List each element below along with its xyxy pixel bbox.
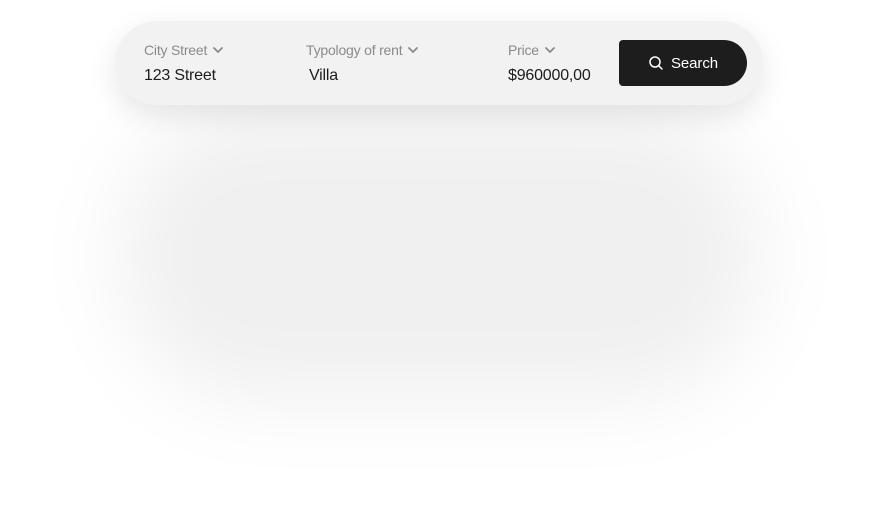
search-button[interactable]: Search (619, 40, 747, 86)
typology-value: Villa (309, 67, 338, 84)
price-field[interactable]: Price $960000,00 (508, 41, 591, 85)
price-value: $960000,00 (508, 67, 591, 84)
page: City Street 123 Street Typology of rent … (0, 0, 878, 505)
background-shadow (120, 110, 760, 400)
typology-label: Typology of rent (306, 42, 403, 58)
search-button-label: Search (671, 54, 718, 72)
chevron-down-icon[interactable] (543, 43, 557, 57)
price-dropdown[interactable]: Price (508, 41, 591, 59)
typology-field[interactable]: Typology of rent Villa (306, 41, 420, 85)
city-street-value: 123 Street (144, 67, 216, 84)
chevron-down-icon[interactable] (406, 43, 420, 57)
typology-dropdown[interactable]: Typology of rent (306, 41, 420, 59)
city-street-dropdown[interactable]: City Street (144, 41, 225, 59)
search-icon (648, 55, 664, 71)
city-street-label: City Street (144, 42, 208, 58)
city-street-field[interactable]: City Street 123 Street (144, 41, 225, 85)
price-label: Price (508, 42, 539, 58)
chevron-down-icon[interactable] (211, 43, 225, 57)
search-bar: City Street 123 Street Typology of rent … (115, 21, 763, 105)
